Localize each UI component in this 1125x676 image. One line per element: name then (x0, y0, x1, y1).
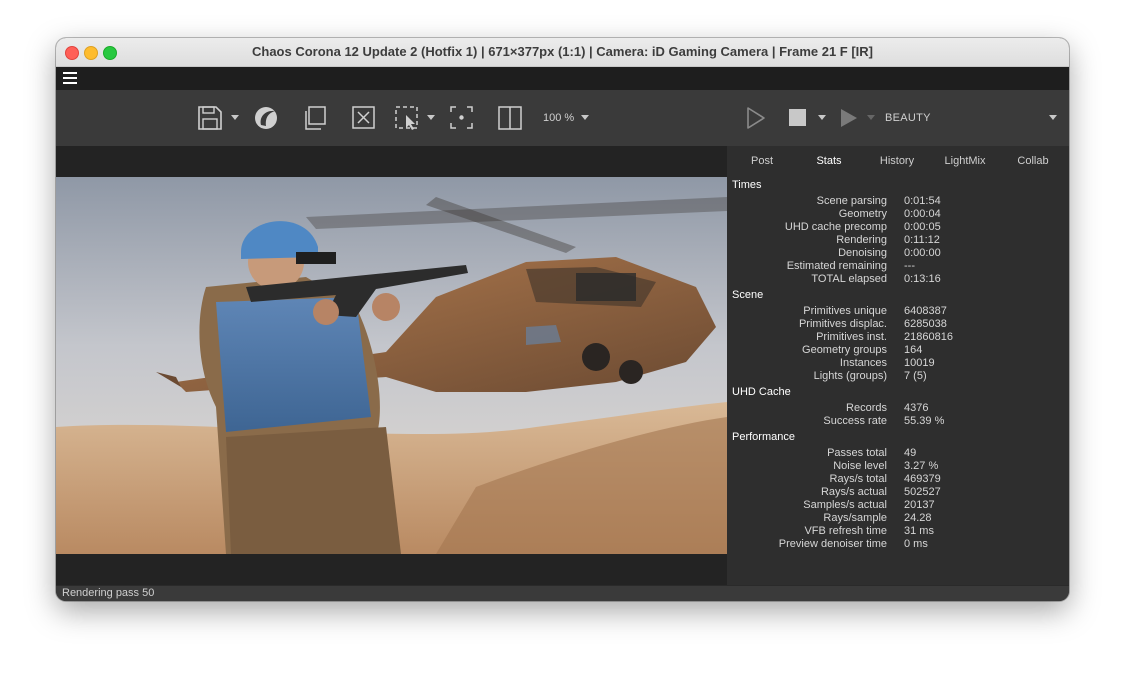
stat-row: Primitives inst. 21860816 (816, 331, 953, 343)
tab-history[interactable]: History (873, 155, 921, 167)
corona-logo-icon[interactable] (253, 104, 281, 132)
tab-post[interactable]: Post (742, 155, 782, 167)
stat-row: Records 4376 (846, 402, 929, 414)
corona-vfb-window: Chaos Corona 12 Update 2 (Hotfix 1) | 67… (56, 38, 1069, 601)
section-performance-title: Performance (732, 431, 795, 443)
stat-row: UHD cache precomp 0:00:05 (784, 221, 941, 233)
render-viewport[interactable] (56, 146, 727, 585)
stat-row: Lights (groups) 7 (5) (813, 370, 927, 382)
rendered-image (56, 177, 727, 554)
resume-icon[interactable] (838, 104, 860, 132)
title-bar: Chaos Corona 12 Update 2 (Hotfix 1) | 67… (56, 38, 1069, 67)
status-bar: Rendering pass 50 (56, 585, 1069, 601)
clear-icon[interactable] (351, 104, 377, 132)
toolbar: 100 % BEAUTY (56, 90, 1069, 146)
stat-row: Geometry groups 164 (802, 344, 923, 356)
stat-row: Rays/s actual 502527 (820, 486, 941, 498)
resume-dropdown-chevron-down-icon[interactable] (867, 115, 875, 120)
stat-row: Geometry 0:00:04 (838, 208, 941, 220)
stat-row: Passes total 49 (827, 447, 917, 459)
stat-row: Scene parsing 0:01:54 (816, 195, 941, 207)
render-element-chevron-down-icon[interactable] (1049, 115, 1057, 120)
stat-row: Samples/s actual 20137 (803, 499, 935, 511)
stat-row: TOTAL elapsed 0:13:16 (811, 273, 941, 285)
region-select-icon[interactable] (394, 104, 422, 132)
stat-row: Noise level 3.27 % (833, 460, 939, 472)
stat-row: Denoising 0:00:00 (838, 247, 941, 259)
side-panel: Post Stats History LightMix Collab Times… (727, 146, 1069, 585)
compare-split-icon[interactable] (497, 104, 525, 132)
stat-row: Estimated remaining --- (786, 260, 915, 272)
panel-tabs: Post Stats History LightMix Collab (727, 146, 1069, 176)
status-text: Rendering pass 50 (62, 587, 155, 599)
stat-row: Instances 10019 (839, 357, 935, 369)
stat-row: Success rate 55.39 % (823, 415, 945, 427)
section-times-title: Times (732, 179, 762, 191)
save-dropdown-chevron-down-icon[interactable] (231, 115, 239, 120)
tab-stats[interactable]: Stats (809, 155, 849, 167)
tab-collab[interactable]: Collab (1011, 155, 1055, 167)
render-element-select[interactable]: BEAUTY (885, 112, 931, 124)
stat-row: Rendering 0:11:12 (836, 234, 940, 246)
stop-dropdown-chevron-down-icon[interactable] (818, 115, 826, 120)
stat-row: Primitives displac. 6285038 (798, 318, 947, 330)
menu-bar (56, 67, 1069, 90)
region-dropdown-chevron-down-icon[interactable] (427, 115, 435, 120)
stop-icon[interactable] (787, 104, 809, 132)
stat-row: VFB refresh time 31 ms (804, 525, 934, 537)
stat-row: Preview denoiser time 0 ms (778, 538, 928, 550)
copy-icon[interactable] (302, 104, 328, 132)
zoom-dropdown-chevron-down-icon[interactable] (581, 115, 589, 120)
start-render-icon[interactable] (744, 104, 768, 132)
section-uhd-cache-title: UHD Cache (732, 386, 791, 398)
stat-row: Rays/sample 24.28 (823, 512, 932, 524)
stat-row: Primitives unique 6408387 (803, 305, 947, 317)
focus-point-icon[interactable] (448, 104, 476, 132)
window-title: Chaos Corona 12 Update 2 (Hotfix 1) | 67… (251, 44, 874, 59)
save-icon[interactable] (197, 104, 223, 132)
section-scene-title: Scene (732, 289, 764, 301)
tab-lightmix[interactable]: LightMix (939, 155, 991, 167)
stat-row: Rays/s total 469379 (829, 473, 941, 485)
zoom-level-label[interactable]: 100 % (543, 112, 574, 124)
hamburger-menu-icon[interactable] (63, 72, 77, 84)
